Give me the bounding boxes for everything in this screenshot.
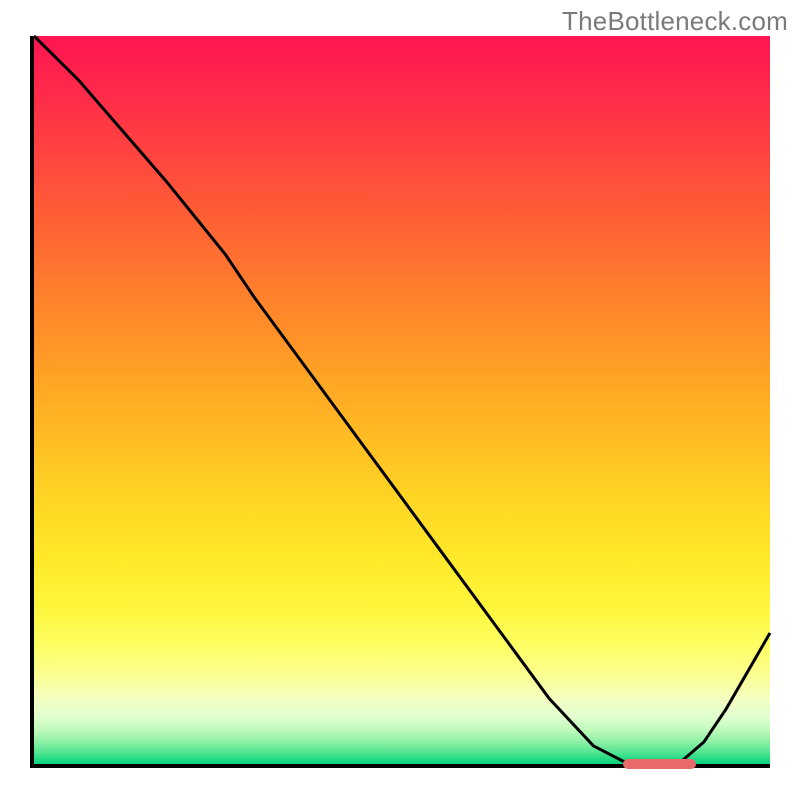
chart-frame: TheBottleneck.com	[0, 0, 800, 800]
line-curve	[34, 36, 770, 764]
curve-path	[34, 36, 770, 764]
optimal-range-marker	[623, 759, 697, 769]
plot-area	[30, 36, 770, 768]
watermark-text: TheBottleneck.com	[562, 6, 788, 37]
